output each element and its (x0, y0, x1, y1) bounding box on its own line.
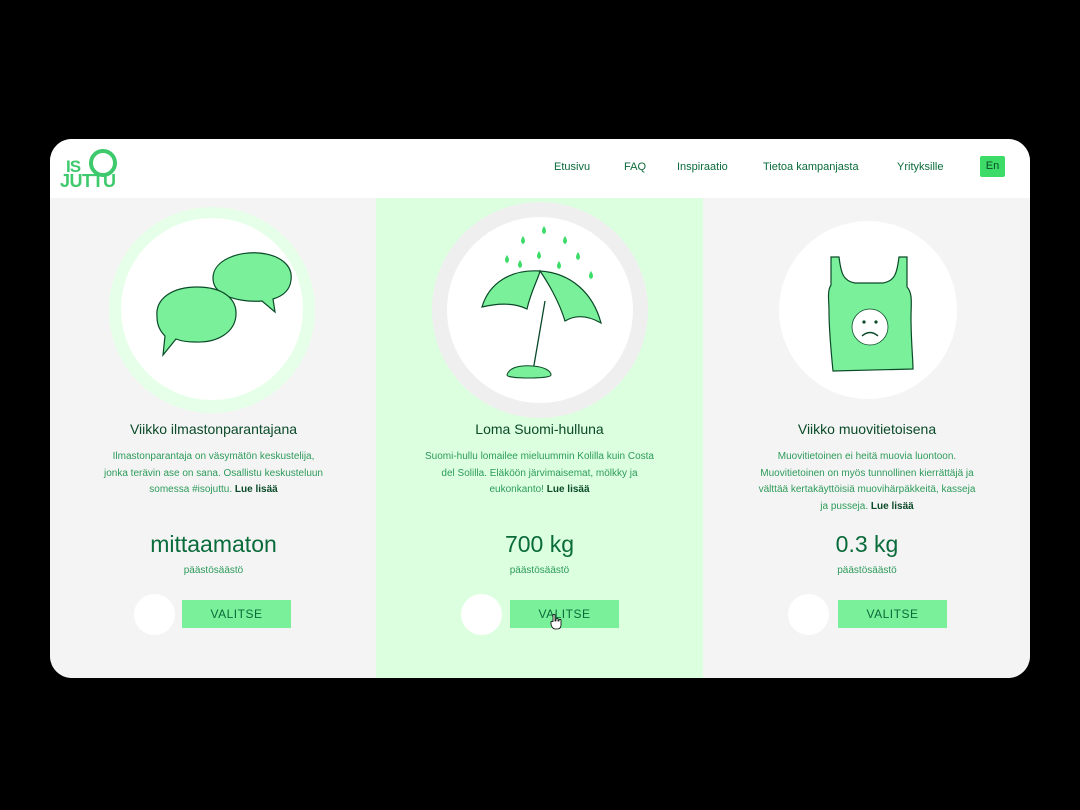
speech-bubbles-icon (156, 252, 292, 357)
read-more-link[interactable]: Lue lisää (871, 501, 914, 512)
selection-radio[interactable] (134, 594, 175, 635)
logo-bottom-text: JUTTU (60, 171, 116, 191)
savings-value: mittaamaton (150, 531, 277, 557)
nav-etusivu[interactable]: Etusivu (554, 161, 590, 173)
icon-circle (447, 217, 633, 403)
read-more-link[interactable]: Lue lisää (547, 484, 590, 495)
card-title: Viikko muovitietoisena (797, 421, 937, 437)
selection-radio[interactable] (788, 594, 829, 635)
savings-label: päästösäästö (183, 565, 244, 576)
browser-window: IS JUTTU Etusivu FAQ Inspiraatio Tietoa … (50, 139, 1030, 678)
nav-faq[interactable]: FAQ (624, 161, 646, 173)
umbrella-rain-icon (481, 226, 602, 379)
nav-tietoa-kampanjasta[interactable]: Tietoa kampanjasta (763, 161, 859, 173)
card-title: Loma Suomi-hulluna (475, 421, 604, 437)
card-muovitietoinen: Viikko muovitietoisena Muovitietoinen ei… (704, 198, 1030, 678)
card-ilmastonparantaja: Viikko ilmastonparantajana Ilmastonparan… (50, 198, 377, 678)
card-description: Suomi-hullu lomailee mieluummin Kolilla … (425, 451, 654, 495)
read-more-link[interactable]: Lue lisää (235, 484, 278, 495)
selection-radio[interactable] (461, 594, 502, 635)
savings-label: päästösäästö (509, 565, 570, 576)
hand-cursor-icon (550, 614, 562, 630)
language-toggle[interactable]: En (980, 156, 1005, 177)
card-description: Muovitietoinen ei heitä muovia luontoon.… (758, 451, 976, 512)
select-button[interactable]: VALITSE (182, 600, 291, 628)
savings-value: 0.3 kg (835, 531, 899, 557)
icon-circle (779, 221, 957, 399)
nav-yrityksille[interactable]: Yrityksille (897, 161, 943, 173)
select-button[interactable]: VALITSE (510, 600, 619, 628)
select-button[interactable]: VALITSE (838, 600, 947, 628)
icon-circle (121, 218, 303, 400)
isojuttu-logo[interactable]: IS JUTTU (60, 145, 120, 191)
card-suomi-hullu: Loma Suomi-hulluna Suomi-hullu lomailee … (376, 198, 703, 678)
savings-label: päästösäästö (837, 565, 897, 576)
nav-inspiraatio[interactable]: Inspiraatio (677, 161, 728, 173)
card-title: Viikko ilmastonparantajana (129, 421, 298, 437)
sad-plastic-bag-icon (827, 256, 914, 372)
card-description: Ilmastonparantaja on väsymätön keskustel… (103, 451, 323, 495)
savings-value: 700 kg (504, 531, 575, 557)
site-header: IS JUTTU Etusivu FAQ Inspiraatio Tietoa … (50, 139, 1030, 198)
